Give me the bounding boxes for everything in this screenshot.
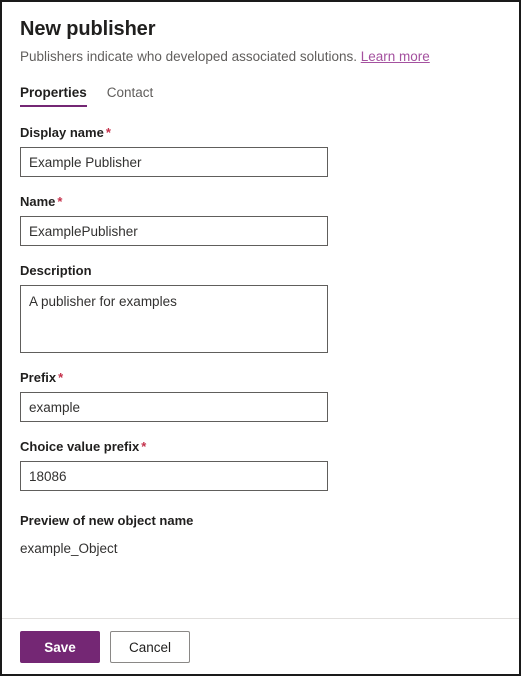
field-description: Description A publisher for examples (20, 262, 501, 353)
choice-value-prefix-label-text: Choice value prefix (20, 439, 140, 454)
prefix-label: Prefix * (20, 369, 501, 386)
page-title: New publisher (20, 18, 156, 40)
save-button[interactable]: Save (20, 631, 100, 663)
tab-list: Properties Contact (20, 83, 501, 107)
required-asterisk: * (141, 439, 147, 454)
display-name-label-text: Display name (20, 125, 104, 140)
description-label: Description (20, 263, 92, 278)
choice-value-prefix-input[interactable] (20, 461, 328, 491)
field-display-name: Display name * (20, 124, 501, 177)
new-publisher-dialog: New publisher Publishers indicate who de… (0, 0, 521, 676)
display-name-input[interactable] (20, 147, 328, 177)
description-textarea[interactable]: A publisher for examples (20, 285, 328, 353)
required-asterisk: * (57, 194, 63, 209)
cancel-button[interactable]: Cancel (110, 631, 190, 663)
dialog-footer: Save Cancel (2, 618, 519, 674)
name-input[interactable] (20, 216, 328, 246)
display-name-label: Display name * (20, 124, 501, 141)
preview-section: Preview of new object name example_Objec… (20, 512, 501, 558)
name-label: Name * (20, 193, 501, 210)
name-label-text: Name (20, 194, 56, 209)
learn-more-link[interactable]: Learn more (361, 49, 430, 64)
field-choice-value-prefix: Choice value prefix * (20, 438, 501, 491)
required-asterisk: * (105, 125, 111, 140)
subtitle-text: Publishers indicate who developed associ… (20, 49, 357, 64)
required-asterisk: * (58, 370, 64, 385)
field-name: Name * (20, 193, 501, 246)
prefix-input[interactable] (20, 392, 328, 422)
field-prefix: Prefix * (20, 369, 501, 422)
choice-value-prefix-label: Choice value prefix * (20, 438, 501, 455)
prefix-label-text: Prefix (20, 370, 57, 385)
preview-value: example_Object (20, 541, 118, 556)
tab-properties[interactable]: Properties (20, 84, 87, 107)
dialog-body: New publisher Publishers indicate who de… (2, 2, 519, 618)
dialog-subtitle: Publishers indicate who developed associ… (20, 42, 501, 66)
tab-contact[interactable]: Contact (107, 84, 154, 107)
preview-label: Preview of new object name (20, 513, 194, 528)
